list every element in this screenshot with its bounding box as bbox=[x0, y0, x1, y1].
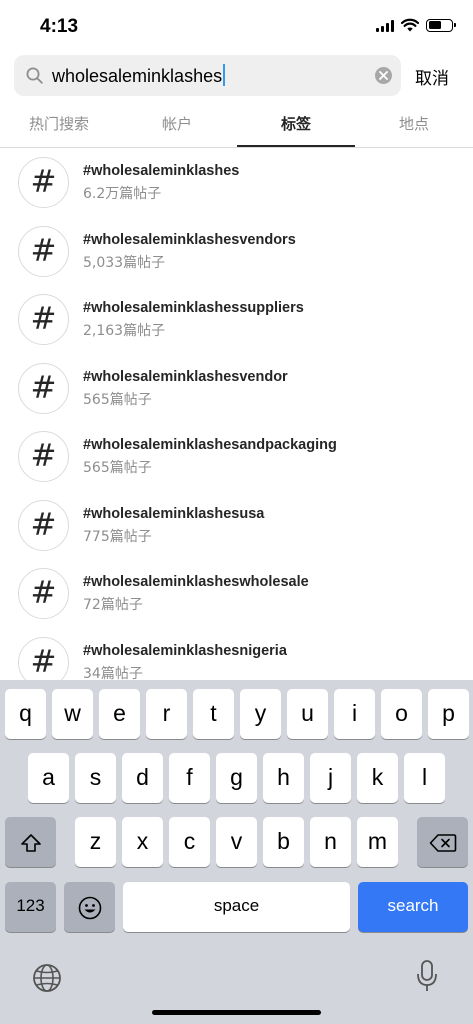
hashtag-icon: # bbox=[18, 431, 69, 482]
list-item[interactable]: # #wholesaleminklashes 6.2万篇帖子 bbox=[0, 149, 473, 217]
space-key[interactable]: space bbox=[123, 882, 350, 932]
key-g[interactable]: g bbox=[216, 753, 257, 803]
key-n[interactable]: n bbox=[310, 817, 351, 867]
hashtag-icon: # bbox=[18, 294, 69, 345]
list-item[interactable]: # #wholesaleminklashesandpackaging 565篇帖… bbox=[0, 423, 473, 491]
key-c[interactable]: c bbox=[169, 817, 210, 867]
post-count: 5,033篇帖子 bbox=[83, 255, 166, 271]
post-count: 72篇帖子 bbox=[83, 597, 143, 613]
clear-search-icon[interactable] bbox=[375, 67, 392, 84]
post-count: 34篇帖子 bbox=[83, 666, 143, 680]
list-item[interactable]: # #wholesaleminklashessuppliers 2,163篇帖子 bbox=[0, 286, 473, 354]
active-tab-indicator bbox=[237, 145, 355, 147]
home-indicator[interactable] bbox=[152, 1010, 321, 1015]
tab-accounts[interactable]: 帐户 bbox=[118, 104, 236, 147]
key-j[interactable]: j bbox=[310, 753, 351, 803]
shift-icon bbox=[20, 834, 41, 852]
key-b[interactable]: b bbox=[263, 817, 304, 867]
list-item[interactable]: # #wholesaleminklashesusa 775篇帖子 bbox=[0, 492, 473, 560]
key-v[interactable]: v bbox=[216, 817, 257, 867]
cellular-signal-icon bbox=[376, 19, 394, 32]
key-q[interactable]: q bbox=[5, 689, 46, 739]
hashtag-name: #wholesaleminklashesusa bbox=[83, 506, 265, 522]
post-count: 2,163篇帖子 bbox=[83, 323, 166, 339]
wifi-icon bbox=[401, 18, 419, 32]
numbers-key[interactable]: 123 bbox=[5, 882, 56, 932]
key-r[interactable]: r bbox=[146, 689, 187, 739]
key-a[interactable]: a bbox=[28, 753, 69, 803]
battery-icon bbox=[426, 18, 456, 32]
tab-tags[interactable]: 标签 bbox=[237, 104, 355, 147]
hashtag-icon: # bbox=[18, 568, 69, 619]
hashtag-name: #wholesaleminklashes bbox=[83, 163, 240, 179]
hashtag-name: #wholesaleminklashessuppliers bbox=[83, 300, 304, 316]
cancel-button[interactable]: 取消 bbox=[415, 64, 449, 89]
post-count: 565篇帖子 bbox=[83, 460, 152, 476]
hashtag-name: #wholesaleminklashesnigeria bbox=[83, 643, 287, 659]
key-f[interactable]: f bbox=[169, 753, 210, 803]
hashtag-name: #wholesaleminklashesandpackaging bbox=[83, 437, 337, 453]
hashtag-results-list: # #wholesaleminklashes 6.2万篇帖子 # #wholes… bbox=[0, 149, 473, 680]
on-screen-keyboard: q w e r t y u i o p a s d f g h j k l z … bbox=[0, 680, 473, 1024]
key-p[interactable]: p bbox=[428, 689, 469, 739]
post-count: 565篇帖子 bbox=[83, 392, 152, 408]
status-icons bbox=[376, 18, 456, 32]
list-item[interactable]: # #wholesaleminklasheswholesale 72篇帖子 bbox=[0, 560, 473, 628]
key-w[interactable]: w bbox=[52, 689, 93, 739]
search-input[interactable]: wholesaleminklashes bbox=[52, 64, 226, 87]
key-x[interactable]: x bbox=[122, 817, 163, 867]
status-time: 4:13 bbox=[40, 16, 79, 37]
text-cursor bbox=[223, 64, 226, 86]
key-t[interactable]: t bbox=[193, 689, 234, 739]
hashtag-icon: # bbox=[18, 226, 69, 277]
list-item[interactable]: # #wholesaleminklashesvendors 5,033篇帖子 bbox=[0, 218, 473, 286]
key-o[interactable]: o bbox=[381, 689, 422, 739]
search-tabs: 热门搜索 帐户 标签 地点 bbox=[0, 104, 473, 148]
key-k[interactable]: k bbox=[357, 753, 398, 803]
key-u[interactable]: u bbox=[287, 689, 328, 739]
search-icon bbox=[26, 67, 43, 84]
search-key[interactable]: search bbox=[358, 882, 468, 932]
key-i[interactable]: i bbox=[334, 689, 375, 739]
hashtag-icon: # bbox=[18, 637, 69, 680]
key-h[interactable]: h bbox=[263, 753, 304, 803]
key-s[interactable]: s bbox=[75, 753, 116, 803]
hashtag-name: #wholesaleminklashesvendor bbox=[83, 369, 288, 385]
hashtag-icon: # bbox=[18, 363, 69, 414]
search-query-text: wholesaleminklashes bbox=[52, 66, 223, 86]
key-d[interactable]: d bbox=[122, 753, 163, 803]
list-item[interactable]: # #wholesaleminklashesnigeria 34篇帖子 bbox=[0, 629, 473, 680]
shift-key[interactable] bbox=[5, 817, 56, 867]
tab-top[interactable]: 热门搜索 bbox=[0, 104, 118, 147]
emoji-icon bbox=[78, 896, 101, 920]
globe-icon[interactable] bbox=[32, 963, 62, 993]
hashtag-name: #wholesaleminklasheswholesale bbox=[83, 574, 309, 590]
post-count: 6.2万篇帖子 bbox=[83, 186, 162, 202]
hashtag-name: #wholesaleminklashesvendors bbox=[83, 232, 296, 248]
status-bar: 4:13 bbox=[0, 0, 473, 50]
microphone-icon[interactable] bbox=[416, 959, 438, 993]
post-count: 775篇帖子 bbox=[83, 529, 152, 545]
key-e[interactable]: e bbox=[99, 689, 140, 739]
backspace-icon bbox=[429, 834, 456, 852]
key-l[interactable]: l bbox=[404, 753, 445, 803]
search-bar[interactable]: wholesaleminklashes bbox=[14, 55, 401, 96]
list-item[interactable]: # #wholesaleminklashesvendor 565篇帖子 bbox=[0, 355, 473, 423]
tab-places[interactable]: 地点 bbox=[355, 104, 473, 147]
key-z[interactable]: z bbox=[75, 817, 116, 867]
key-m[interactable]: m bbox=[357, 817, 398, 867]
hashtag-icon: # bbox=[18, 157, 69, 208]
delete-key[interactable] bbox=[417, 817, 468, 867]
emoji-key[interactable] bbox=[64, 882, 115, 932]
hashtag-icon: # bbox=[18, 500, 69, 551]
key-y[interactable]: y bbox=[240, 689, 281, 739]
